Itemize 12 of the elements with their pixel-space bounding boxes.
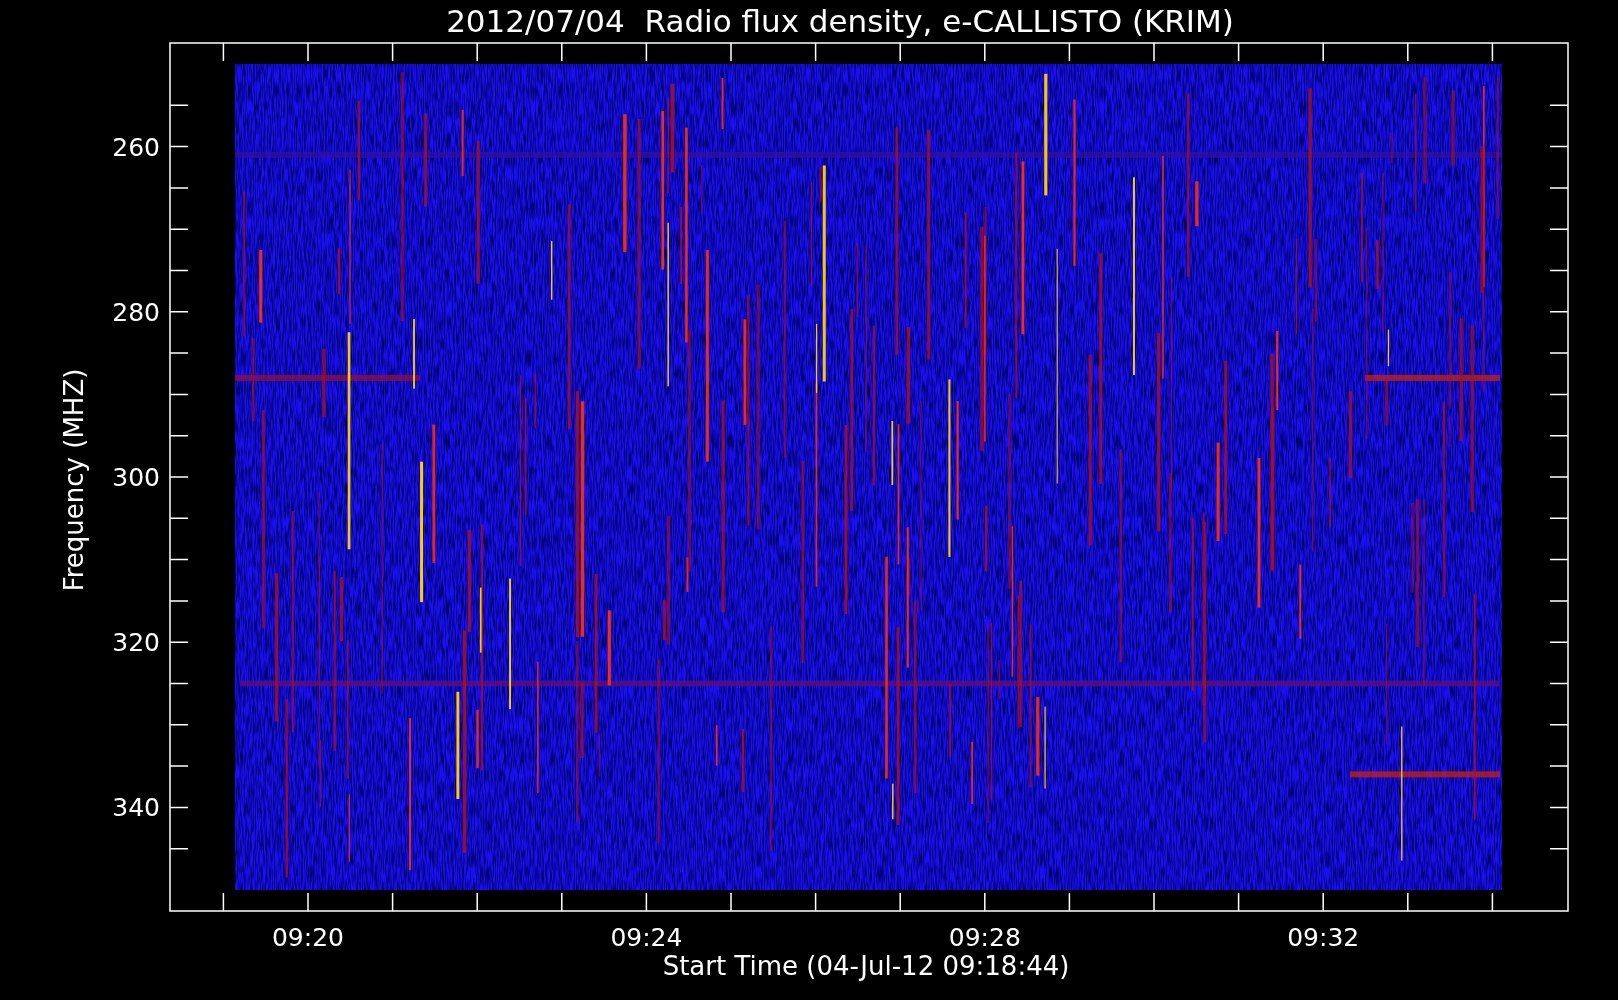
tick-label: 09:28 — [948, 923, 1021, 952]
tick-label: 09:32 — [1287, 923, 1360, 952]
tick-label: 340 — [112, 793, 160, 823]
tick-label: 260 — [112, 132, 160, 162]
tick-label: 280 — [112, 297, 160, 327]
chart-title: 2012/07/04 Radio flux density, e-CALLISTO (KRIM) — [446, 3, 1234, 39]
tick-label: 320 — [112, 628, 160, 658]
axis-label: Start Time (04-Jul-12 09:18:44) — [662, 951, 1070, 981]
axis-label: Frequency (MHZ) — [59, 368, 89, 592]
tick-label: 09:24 — [610, 923, 683, 952]
tick-label: 09:20 — [272, 923, 344, 952]
tick-label: 300 — [112, 463, 160, 492]
